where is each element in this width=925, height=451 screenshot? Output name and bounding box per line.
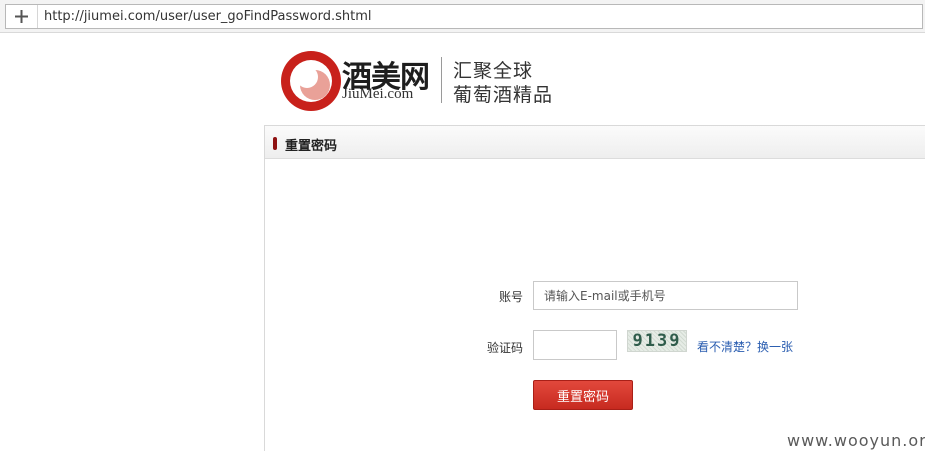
watermark: www.wooyun.org [787,431,925,450]
site-logo[interactable]: 酒美网 JiuMei.com 汇聚全球 葡萄酒精品 [280,50,554,114]
captcha-refresh-link[interactable]: 看不清楚？换一张 [697,338,793,355]
panel-title: 重置密码 [285,139,338,154]
reset-password-button[interactable]: 重置密码 [533,380,633,410]
url-field[interactable]: http://jiumei.com/user/user_goFindPasswo… [5,4,923,29]
panel-header: 重置密码 [265,126,925,159]
jiumei-logo-icon [281,51,341,111]
new-tab-button[interactable] [6,5,38,28]
logo-name-english: JiuMei.com [342,86,414,102]
logo-divider [441,57,442,103]
captcha-input[interactable] [533,330,617,360]
title-marker [273,137,277,150]
account-input[interactable] [533,281,798,310]
slogan-line-1: 汇聚全球 [453,60,534,82]
url-text: http://jiumei.com/user/user_goFindPasswo… [44,9,372,24]
plus-icon [15,10,28,23]
slogan-line-2: 葡萄酒精品 [453,84,554,106]
captcha-label: 验证码 [486,341,523,355]
account-label: 账号 [498,290,523,304]
captcha-image[interactable]: 9139 [627,330,687,352]
browser-address-bar: http://jiumei.com/user/user_goFindPasswo… [0,0,925,33]
